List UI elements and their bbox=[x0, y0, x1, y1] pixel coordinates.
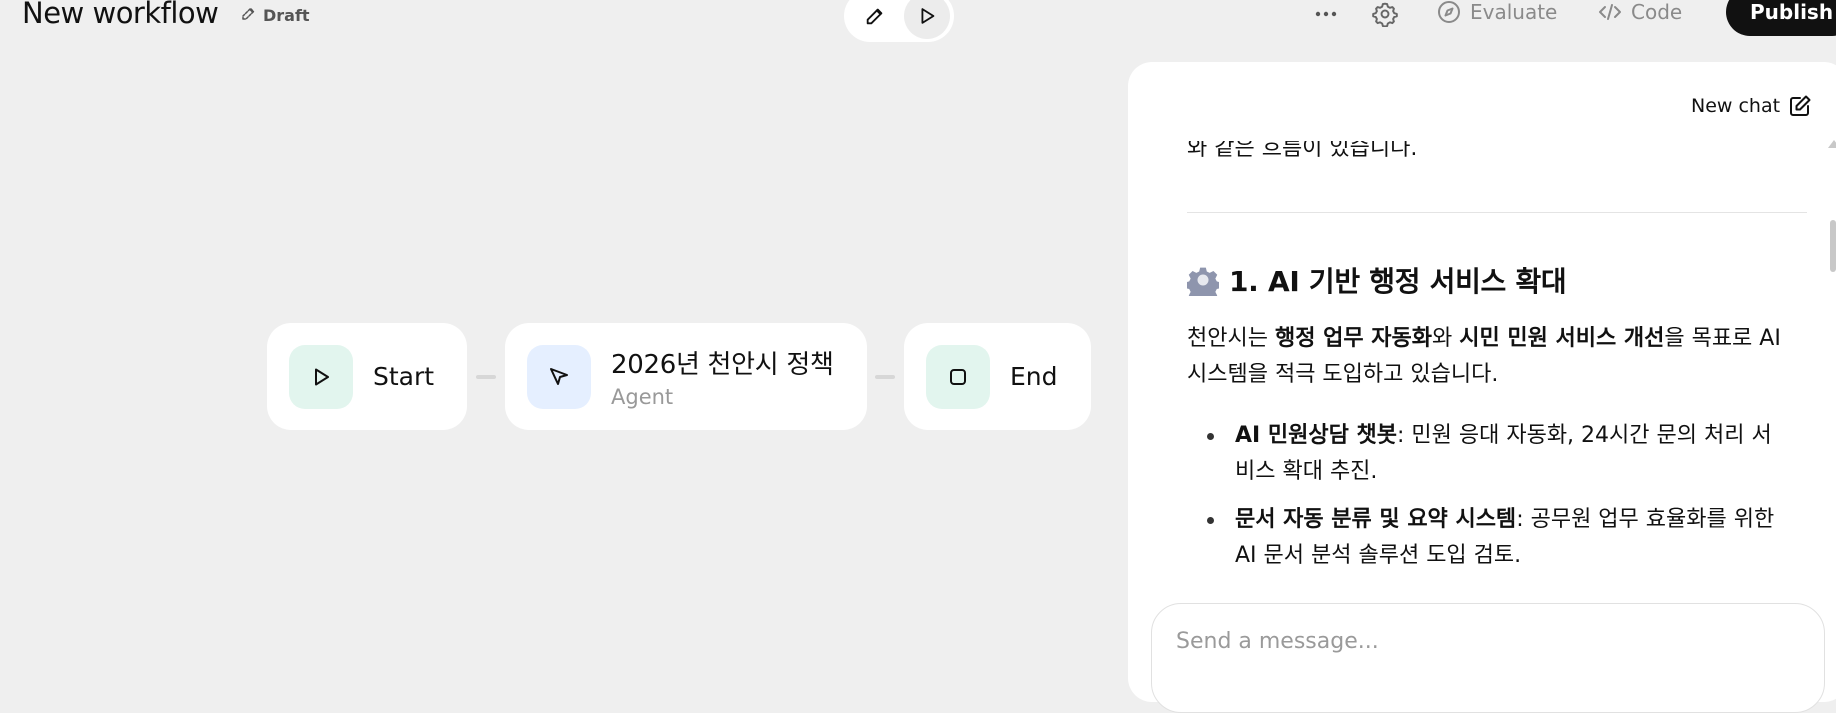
code-brackets-icon bbox=[1599, 4, 1621, 20]
list-item: 문서 자동 분류 및 요약 시스템: 공무원 업무 효율화를 위한 AI 문서 … bbox=[1187, 502, 1787, 574]
section-divider bbox=[1187, 212, 1807, 213]
pencil-icon bbox=[866, 8, 883, 25]
canvas-mode-toggle bbox=[844, 0, 954, 42]
publish-button[interactable]: Publish bbox=[1726, 0, 1836, 36]
agent-node-icon-box bbox=[527, 344, 591, 409]
start-node-icon-box bbox=[289, 344, 353, 409]
draft-badge: Draft bbox=[240, 4, 310, 26]
agent-node-label: 2026년 천안시 정책 bbox=[611, 350, 834, 380]
settings-gear-icon[interactable] bbox=[1372, 1, 1398, 27]
paragraph-bold-2: 시민 민원 서비스 개선 bbox=[1459, 326, 1665, 351]
stop-square-icon bbox=[950, 368, 966, 385]
connector-start-agent bbox=[476, 375, 496, 379]
code-label: Code bbox=[1631, 0, 1683, 24]
paragraph-bold-1: 행정 업무 자동화 bbox=[1274, 326, 1432, 351]
edit-mode-button[interactable] bbox=[852, 0, 898, 39]
more-options-icon[interactable] bbox=[1313, 4, 1339, 24]
run-mode-button[interactable] bbox=[904, 0, 950, 39]
workflow-node-agent[interactable]: 2026년 천안시 정책 Agent bbox=[505, 323, 867, 430]
message-input[interactable] bbox=[1176, 624, 1776, 658]
intro-paragraph: 천안시는 행정 업무 자동화와 시민 민원 서비스 개선을 목표로 AI 시스템… bbox=[1187, 321, 1787, 393]
evaluate-label: Evaluate bbox=[1470, 0, 1558, 24]
scroll-up-arrow[interactable] bbox=[1828, 140, 1836, 148]
list-item: AI 민원상담 챗봇: 민원 응대 자동화, 24시간 문의 처리 서비스 확대… bbox=[1187, 418, 1787, 490]
section-heading: 1. AI 기반 행정 서비스 확대 bbox=[1187, 260, 1567, 300]
chat-message-area[interactable]: 와 같은 흐름이 있습니다. 1. AI 기반 행정 서비스 확대 천안시는 행… bbox=[1187, 120, 1807, 580]
cut-off-text-line: 와 같은 흐름이 있습니다. bbox=[1187, 136, 1418, 161]
message-composer bbox=[1151, 603, 1825, 713]
cursor-icon bbox=[550, 367, 568, 385]
compose-icon bbox=[1790, 95, 1811, 116]
top-bar: New workflow Draft Evaluate Code Publish bbox=[0, 0, 1836, 42]
workflow-node-end[interactable]: End bbox=[904, 323, 1091, 430]
list-item-bold: 문서 자동 분류 및 요약 시스템 bbox=[1235, 507, 1517, 532]
play-icon bbox=[921, 8, 935, 24]
draft-label: Draft bbox=[263, 5, 310, 25]
end-node-label: End bbox=[1010, 362, 1058, 391]
bullet-list: AI 민원상담 챗봇: 민원 응대 자동화, 24시간 문의 처리 서비스 확대… bbox=[1187, 418, 1807, 580]
gear-emoji-icon bbox=[1187, 267, 1219, 296]
paragraph-text-1: 천안시는 bbox=[1187, 326, 1275, 351]
workflow-title[interactable]: New workflow bbox=[22, 0, 219, 30]
play-icon bbox=[315, 368, 329, 385]
compass-icon bbox=[1438, 1, 1460, 23]
draft-icon bbox=[240, 4, 258, 26]
code-button[interactable]: Code bbox=[1598, 0, 1682, 24]
agent-node-type: Agent bbox=[611, 385, 674, 409]
chat-scrollbar-thumb[interactable] bbox=[1830, 220, 1836, 272]
evaluate-button[interactable]: Evaluate bbox=[1437, 0, 1557, 24]
start-node-label: Start bbox=[373, 362, 435, 391]
section-heading-text: 1. AI 기반 행정 서비스 확대 bbox=[1229, 265, 1567, 298]
connector-agent-end bbox=[875, 375, 895, 379]
new-chat-button[interactable]: New chat bbox=[1691, 94, 1812, 118]
end-node-icon-box bbox=[926, 344, 990, 409]
list-item-bold: AI 민원상담 챗봇 bbox=[1235, 423, 1397, 448]
workflow-node-start[interactable]: Start bbox=[267, 323, 467, 430]
paragraph-text-2: 와 bbox=[1431, 326, 1460, 351]
new-chat-label: New chat bbox=[1691, 95, 1781, 117]
